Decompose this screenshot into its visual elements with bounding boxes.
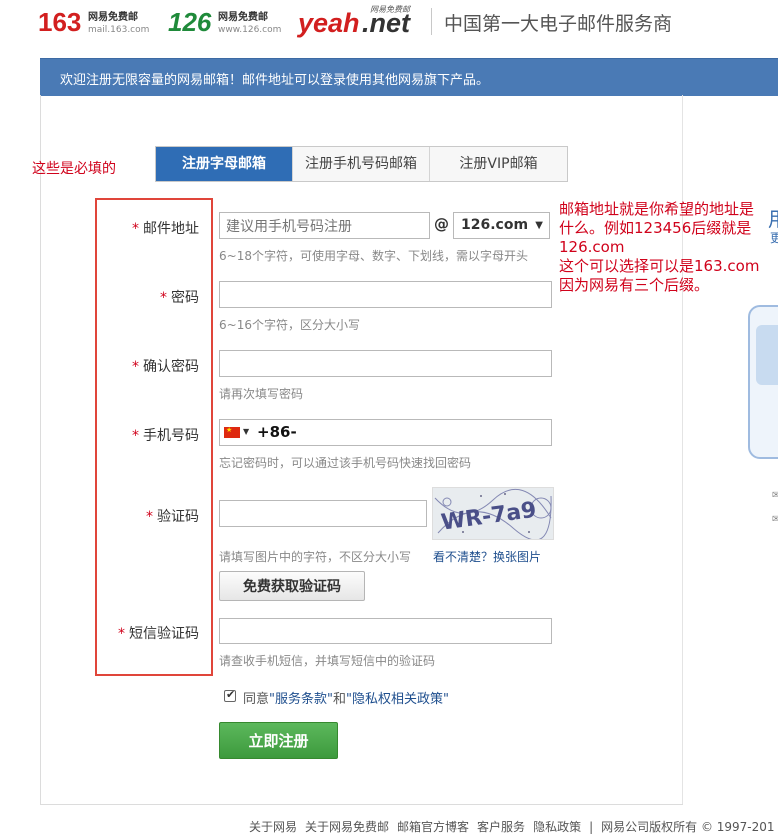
mail-icon: ✉ xyxy=(772,514,778,525)
register-tabs: 注册字母邮箱 注册手机号码邮箱 注册VIP邮箱 xyxy=(155,146,568,182)
agreement-text: 同意"服务条款"和"隐私权相关政策" xyxy=(243,688,449,707)
at-sign: @ xyxy=(434,215,449,233)
captcha-image[interactable]: WR-7a9 xyxy=(432,487,554,540)
confirm-label-text: 确认密码 xyxy=(143,359,199,375)
email-note-line: 因为网易有三个后缀。 xyxy=(559,276,710,294)
side-subheading-char: 更 xyxy=(770,231,778,245)
phone-country-code: +86- xyxy=(257,423,297,441)
captcha-input[interactable] xyxy=(219,500,427,527)
domain-select-value: 126.com xyxy=(461,217,529,233)
logo-126-number: 126 xyxy=(168,7,212,37)
logo-126-domain: www.126.com xyxy=(218,25,282,35)
privacy-link[interactable]: "隐私权相关政策" xyxy=(346,692,449,707)
phone-label: * 手机号码 xyxy=(99,425,199,445)
required-star: * xyxy=(146,509,153,525)
china-flag-icon[interactable]: ★ xyxy=(224,426,240,438)
logo-163-title: 网易免费邮 xyxy=(88,12,138,23)
email-input[interactable] xyxy=(219,212,430,239)
email-note-line: 什么。例如123456后缀就是 xyxy=(559,219,752,237)
mail-icon: ✉ xyxy=(772,490,778,501)
logo-163-number: 163 xyxy=(38,7,82,37)
header-divider xyxy=(431,8,432,35)
welcome-banner: 欢迎注册无限容量的网易邮箱！邮件地址可以登录使用其他网易旗下产品。 xyxy=(40,58,778,96)
header-title: 中国第一大电子邮件服务商 xyxy=(444,13,673,35)
password-label-text: 密码 xyxy=(171,290,199,306)
logo-yeah-tag: 网易免费邮 xyxy=(370,5,410,14)
password-hint: 6~16个字符，区分大小写 xyxy=(219,318,360,332)
domain-select[interactable]: 126.com ▼ xyxy=(453,212,550,239)
email-label: * 邮件地址 xyxy=(99,218,199,238)
sms-label: * 短信验证码 xyxy=(99,623,199,643)
captcha-text: WR-7a9 xyxy=(440,498,538,536)
footer-copyright: 网易公司版权所有 © 1997-201 xyxy=(601,820,775,834)
footer-about-mail[interactable]: 关于网易免费邮 xyxy=(305,820,389,834)
sms-code-input[interactable] xyxy=(219,618,552,644)
confirm-password-input[interactable] xyxy=(219,350,552,377)
captcha-hint: 请填写图片中的字符，不区分大小写 xyxy=(219,550,412,564)
form-left-border xyxy=(40,95,41,805)
get-sms-code-button[interactable]: 免费获取验证码 xyxy=(219,571,365,601)
required-star: * xyxy=(118,626,125,642)
register-submit-button[interactable]: 立即注册 xyxy=(219,722,338,759)
email-hint: 6~18个字符，可使用字母、数字、下划线，需以字母开头 xyxy=(219,249,528,263)
side-heading-char: 用 xyxy=(768,203,778,232)
footer-privacy[interactable]: 隐私政策 xyxy=(533,820,581,834)
form-bottom-border xyxy=(40,804,683,805)
email-note: 邮箱地址就是你希望的地址是 什么。例如123456后缀就是 126.com 这个… xyxy=(559,200,778,295)
email-note-line: 这个可以选择可以是163.com xyxy=(559,257,760,275)
sms-hint: 请查收手机短信，并填写短信中的验证码 xyxy=(219,654,436,668)
password-input[interactable] xyxy=(219,281,552,308)
email-note-line: 邮箱地址就是你希望的地址是 xyxy=(559,200,755,218)
phone-label-text: 手机号码 xyxy=(143,428,199,444)
footer-about-netease[interactable]: 关于网易 xyxy=(249,820,297,834)
required-star: * xyxy=(132,221,139,237)
flag-star-icon: ★ xyxy=(226,426,233,434)
email-label-text: 邮件地址 xyxy=(143,221,199,237)
logo-126-title: 网易免费邮 xyxy=(218,12,268,23)
phone-screen-illustration xyxy=(756,325,778,385)
sms-label-text: 短信验证码 xyxy=(129,626,199,642)
checkmark-icon: ✔ xyxy=(226,688,236,701)
captcha-label: * 验证码 xyxy=(99,506,199,526)
welcome-banner-text: 欢迎注册无限容量的网易邮箱！邮件地址可以登录使用其他网易旗下产品。 xyxy=(60,73,490,88)
country-dropdown-icon[interactable]: ▼ xyxy=(243,427,249,436)
required-note: 这些是必填的 xyxy=(32,161,116,177)
captcha-label-text: 验证码 xyxy=(157,509,199,525)
agree-checkbox[interactable]: ✔ xyxy=(224,688,236,702)
tab-letter-email[interactable]: 注册字母邮箱 xyxy=(156,147,293,181)
refresh-captcha-link[interactable]: 看不清楚？换张图片 xyxy=(433,548,541,565)
required-star: * xyxy=(132,428,139,444)
required-star: * xyxy=(132,359,139,375)
footer-separator: | xyxy=(589,820,594,834)
chevron-down-icon: ▼ xyxy=(535,220,543,231)
password-label: * 密码 xyxy=(99,287,199,307)
phone-hint: 忘记密码时，可以通过该手机号码快速找回密码 xyxy=(219,456,472,470)
confirm-hint: 请再次填写密码 xyxy=(219,387,304,401)
tab-phone-email[interactable]: 注册手机号码邮箱 xyxy=(293,147,430,181)
footer: 关于网易 关于网易免费邮 邮箱官方博客 客户服务 隐私政策 | 网易公司版权所有 © 199… xyxy=(249,818,778,835)
confirm-label: * 确认密码 xyxy=(99,356,199,376)
footer-support[interactable]: 客户服务 xyxy=(477,820,525,834)
captcha-noise-icon: WR-7a9 xyxy=(434,488,552,539)
terms-link[interactable]: "服务条款" xyxy=(269,692,333,707)
tab-vip-email[interactable]: 注册VIP邮箱 xyxy=(430,147,567,181)
logo-163-domain: mail.163.com xyxy=(88,25,150,35)
agree-and: 和 xyxy=(332,692,346,707)
agree-prefix: 同意 xyxy=(243,692,270,707)
required-star: * xyxy=(160,290,167,306)
logo-yeah-main: yeah xyxy=(298,8,360,38)
email-note-line: 126.com xyxy=(559,238,625,256)
footer-blog[interactable]: 邮箱官方博客 xyxy=(397,820,469,834)
